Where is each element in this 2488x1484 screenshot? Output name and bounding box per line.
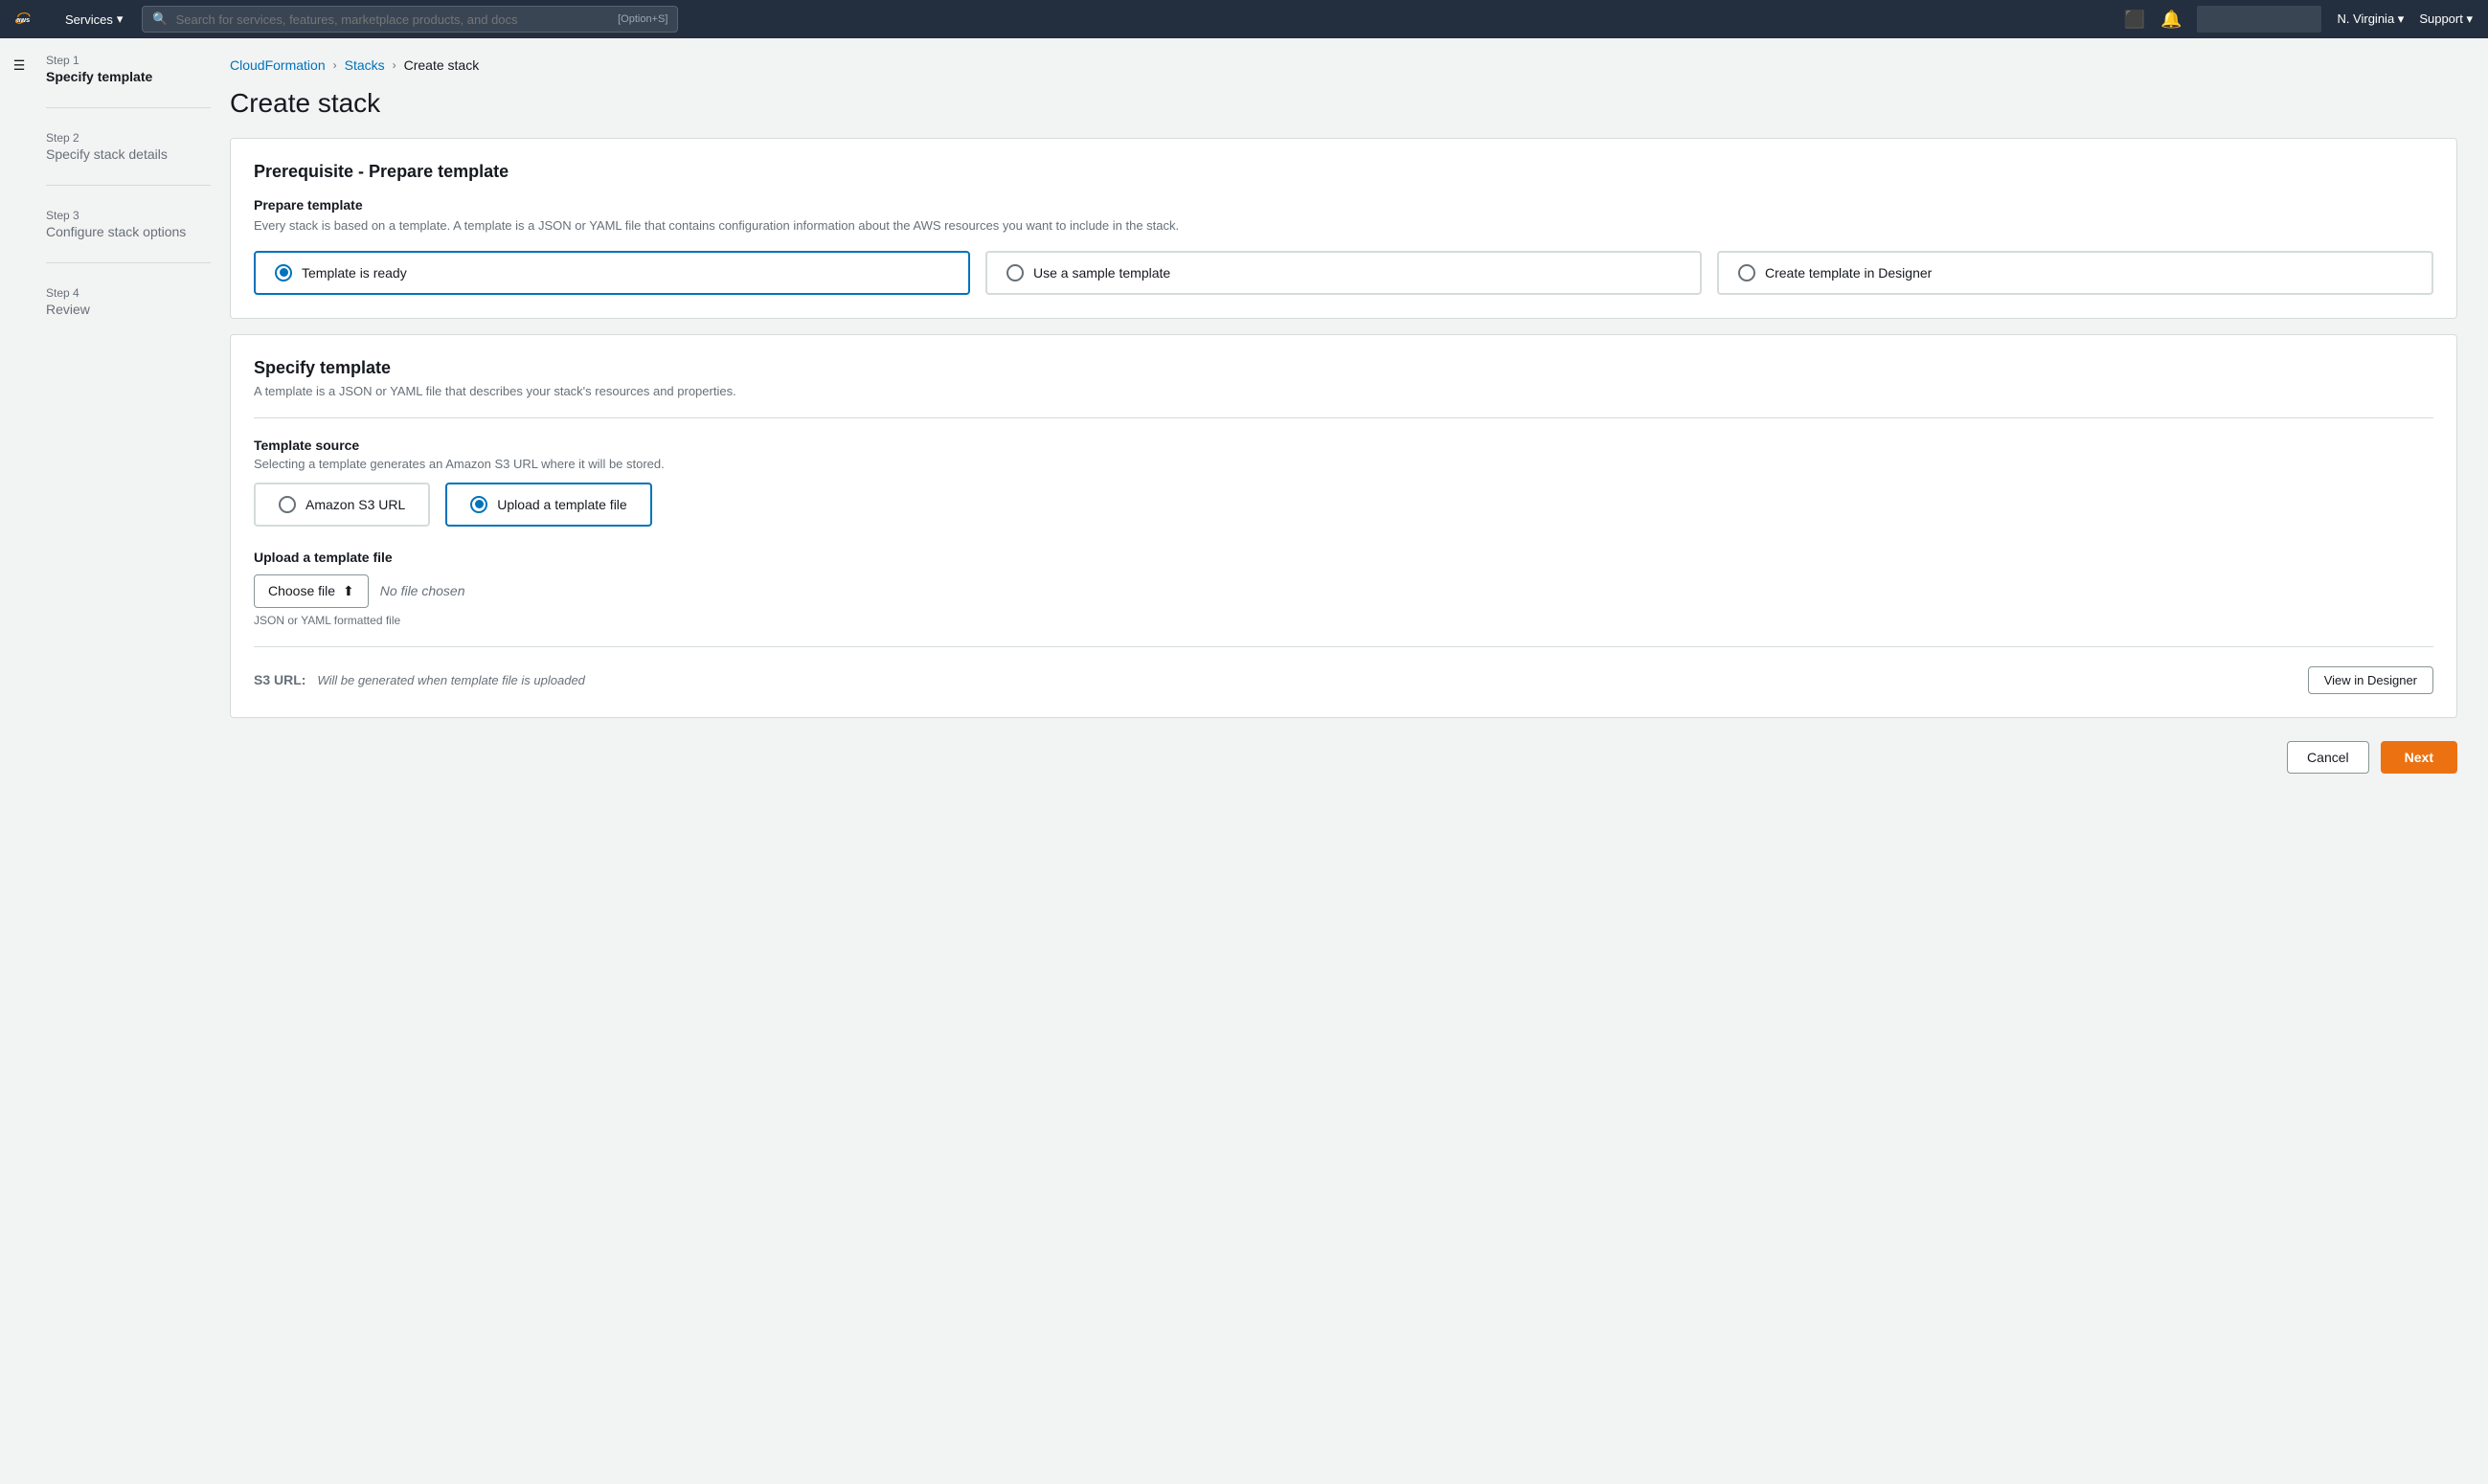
bell-icon[interactable]: 🔔 (2160, 10, 2182, 30)
upload-option[interactable]: Upload a template file (445, 483, 651, 527)
s3-url-option[interactable]: Amazon S3 URL (254, 483, 430, 527)
sample-template-radio[interactable] (1007, 264, 1024, 281)
sample-template-label: Use a sample template (1033, 265, 1170, 281)
view-in-designer-button[interactable]: View in Designer (2308, 666, 2433, 694)
step-1: Step 1 Specify template (46, 54, 211, 108)
breadcrumb-stacks[interactable]: Stacks (345, 57, 385, 73)
upload-label: Upload a template file (497, 497, 626, 512)
search-shortcut: [Option+S] (618, 13, 667, 25)
upload-row: Choose file ⬆ No file chosen (254, 574, 2433, 608)
designer-label: Create template in Designer (1765, 265, 1932, 281)
specify-template-title: Specify template (254, 358, 2433, 378)
action-bar: Cancel Next (230, 741, 2457, 774)
terminal-icon[interactable]: ⬛ (2124, 10, 2145, 30)
services-label: Services (65, 12, 113, 27)
file-format-hint: JSON or YAML formatted file (254, 614, 2433, 627)
sample-template-option[interactable]: Use a sample template (985, 251, 1702, 295)
template-source-options: Amazon S3 URL Upload a template file (254, 483, 2433, 527)
template-ready-radio[interactable] (275, 264, 292, 281)
prerequisite-card-title: Prerequisite - Prepare template (254, 162, 2433, 182)
page-title: Create stack (230, 88, 2457, 119)
prerequisite-card: Prerequisite - Prepare template Prepare … (230, 138, 2457, 319)
step-2-title: Specify stack details (46, 146, 211, 162)
step-2-label: Step 2 (46, 131, 211, 145)
steps-sidebar: Step 1 Specify template Step 2 Specify s… (0, 38, 211, 1484)
s3-url-label: Amazon S3 URL (305, 497, 405, 512)
breadcrumb-current: Create stack (404, 57, 480, 73)
services-menu[interactable]: Services ▾ (57, 8, 130, 31)
search-input[interactable] (176, 12, 611, 27)
region-selector[interactable]: N. Virginia ▾ (2337, 11, 2404, 27)
card-divider-2 (254, 646, 2433, 647)
next-button[interactable]: Next (2381, 741, 2457, 774)
upload-icon: ⬆ (343, 583, 354, 599)
s3-url-row: S3 URL: Will be generated when template … (254, 666, 2433, 694)
template-ready-option[interactable]: Template is ready (254, 251, 970, 295)
s3-url-radio[interactable] (279, 496, 296, 513)
prepare-template-options: Template is ready Use a sample template … (254, 251, 2433, 295)
breadcrumb: CloudFormation › Stacks › Create stack (230, 57, 2457, 73)
sidebar-toggle[interactable]: ☰ (0, 46, 38, 84)
global-search[interactable]: 🔍 [Option+S] (142, 6, 678, 33)
upload-radio[interactable] (470, 496, 487, 513)
choose-file-button[interactable]: Choose file ⬆ (254, 574, 369, 608)
designer-option[interactable]: Create template in Designer (1717, 251, 2433, 295)
step-3-label: Step 3 (46, 209, 211, 222)
main-content: CloudFormation › Stacks › Create stack C… (211, 38, 2488, 1484)
step-3: Step 3 Configure stack options (46, 209, 211, 263)
breadcrumb-sep-1: › (333, 58, 337, 72)
svg-text:aws: aws (16, 15, 30, 24)
choose-file-label: Choose file (268, 583, 335, 598)
nav-right: ⬛ 🔔 N. Virginia ▾ Support ▾ (2124, 6, 2473, 33)
step-3-title: Configure stack options (46, 224, 211, 239)
specify-template-desc: A template is a JSON or YAML file that d… (254, 384, 2433, 398)
step-4: Step 4 Review (46, 286, 211, 340)
breadcrumb-sep-2: › (393, 58, 396, 72)
s3-url-display: S3 URL: Will be generated when template … (254, 672, 585, 687)
cancel-button[interactable]: Cancel (2287, 741, 2369, 774)
s3-url-value: Will be generated when template file is … (317, 673, 585, 687)
step-2: Step 2 Specify stack details (46, 131, 211, 186)
upload-file-label: Upload a template file (254, 550, 2433, 565)
breadcrumb-cloudformation[interactable]: CloudFormation (230, 57, 326, 73)
template-source-desc: Selecting a template generates an Amazon… (254, 457, 2433, 471)
hamburger-icon: ☰ (13, 57, 26, 74)
specify-template-card: Specify template A template is a JSON or… (230, 334, 2457, 718)
designer-radio[interactable] (1738, 264, 1755, 281)
template-ready-label: Template is ready (302, 265, 407, 281)
top-navigation: aws Services ▾ 🔍 [Option+S] ⬛ 🔔 N. Virgi… (0, 0, 2488, 38)
account-box[interactable] (2197, 6, 2321, 33)
aws-logo[interactable]: aws (15, 9, 46, 30)
s3-url-field-label: S3 URL: (254, 672, 305, 687)
prepare-template-desc: Every stack is based on a template. A te… (254, 216, 2433, 236)
prepare-template-label: Prepare template (254, 197, 2433, 213)
support-menu[interactable]: Support ▾ (2419, 11, 2473, 27)
step-1-title: Specify template (46, 69, 211, 84)
step-1-label: Step 1 (46, 54, 211, 67)
no-file-text: No file chosen (380, 583, 465, 598)
card-divider-1 (254, 417, 2433, 418)
search-icon: 🔍 (152, 11, 168, 27)
step-4-label: Step 4 (46, 286, 211, 300)
step-4-title: Review (46, 302, 211, 317)
services-chevron-icon: ▾ (117, 11, 124, 27)
template-source-label: Template source (254, 438, 2433, 453)
